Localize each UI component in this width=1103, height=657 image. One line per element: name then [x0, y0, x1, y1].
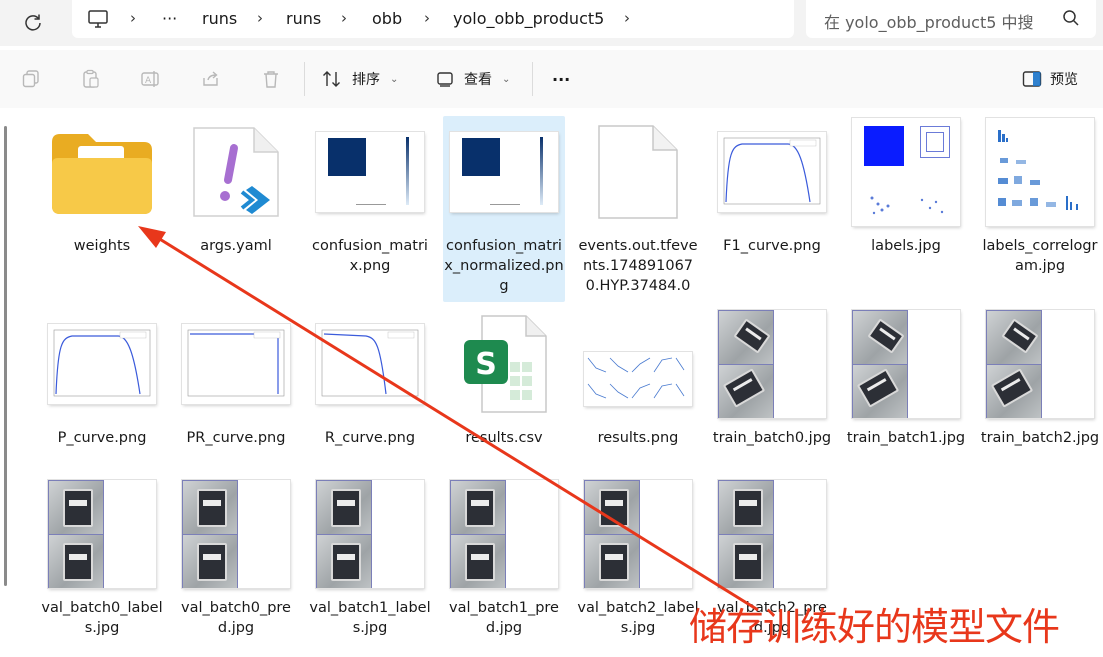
annotation-arrow [138, 226, 759, 612]
annotation-text: 储存训练好的模型文件 [689, 605, 1060, 649]
